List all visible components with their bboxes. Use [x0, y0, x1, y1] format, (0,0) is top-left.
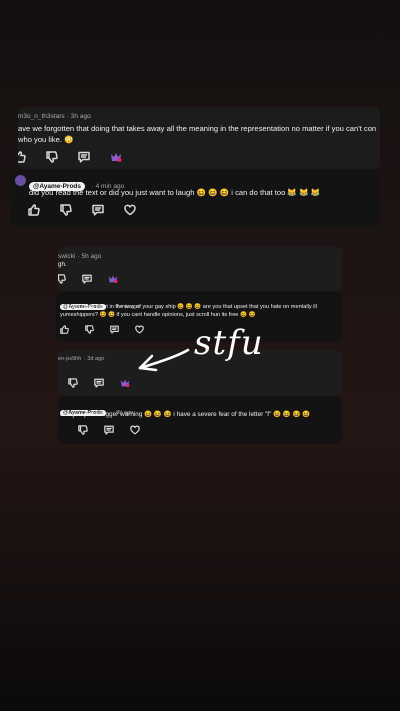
comment-meta: swicki · 5h ago: [58, 253, 102, 260]
timestamp: 3h ago: [70, 113, 91, 120]
reply-icon[interactable]: [82, 274, 92, 284]
award-icon[interactable]: [108, 274, 118, 284]
heart-icon[interactable]: [130, 425, 140, 435]
reply-icon[interactable]: [92, 204, 104, 216]
comment-text: can you put a trigger warning 😆 😆 😆 i ha…: [60, 411, 311, 418]
username[interactable]: en-ps9hh: [58, 356, 81, 362]
thumbs-up-icon[interactable]: [18, 151, 26, 163]
thumbs-down-icon[interactable]: [58, 274, 66, 284]
username[interactable]: swicki: [58, 253, 75, 260]
comment-card-2: @Ayame-Prods · 4 min ago did you read the…: [10, 170, 380, 227]
award-icon[interactable]: [110, 151, 122, 163]
thumbs-down-icon[interactable]: [85, 325, 94, 334]
comment-text: gh.: [58, 261, 67, 268]
heart-icon[interactable]: [124, 204, 136, 216]
comment-card-6: @Ayame-Prods · 8h ago can you put a trigg…: [58, 396, 342, 444]
comment-text: o-oh no! does it get in the way of your …: [60, 304, 317, 310]
annotation-text: stfu: [194, 323, 264, 363]
thumbs-down-icon[interactable]: [68, 378, 78, 388]
comment-meta: en-ps9hh · 3d ago: [58, 356, 105, 362]
comment-text: did you read the text or did you just wa…: [29, 188, 321, 197]
comment-actions: [58, 274, 138, 284]
reply-icon[interactable]: [78, 151, 90, 163]
reply-icon[interactable]: [104, 425, 114, 435]
timestamp: 3d ago: [87, 356, 105, 362]
thumbs-up-icon[interactable]: [60, 325, 69, 334]
comment-card-1: m3o_n_th3stars · 3h ago ave we forgotten t…: [18, 107, 380, 169]
comment-actions: [18, 151, 142, 163]
comment-meta: m3o_n_th3stars · 3h ago: [18, 113, 91, 120]
comment-text-cont: yumeshippers? 😆 😆 if you cant handle opi…: [60, 312, 256, 318]
reply-icon[interactable]: [110, 325, 119, 334]
timestamp: 5h ago: [81, 253, 102, 260]
comment-actions: [78, 425, 160, 435]
thumbs-down-icon[interactable]: [78, 425, 88, 435]
thumbs-down-icon[interactable]: [60, 204, 72, 216]
thumbs-up-icon[interactable]: [28, 204, 40, 216]
avatar[interactable]: [15, 175, 26, 186]
comment-actions: [28, 204, 156, 216]
comment-text: ave we forgotten that doing that takes a…: [18, 124, 377, 133]
reply-icon[interactable]: [94, 378, 104, 388]
award-icon[interactable]: [120, 378, 130, 388]
username[interactable]: m3o_n_th3stars: [18, 113, 65, 120]
thumbs-down-icon[interactable]: [46, 151, 58, 163]
comment-card-3: swicki · 5h ago gh.: [58, 247, 342, 291]
comment-text-cont: who you like. 😳: [18, 135, 74, 144]
